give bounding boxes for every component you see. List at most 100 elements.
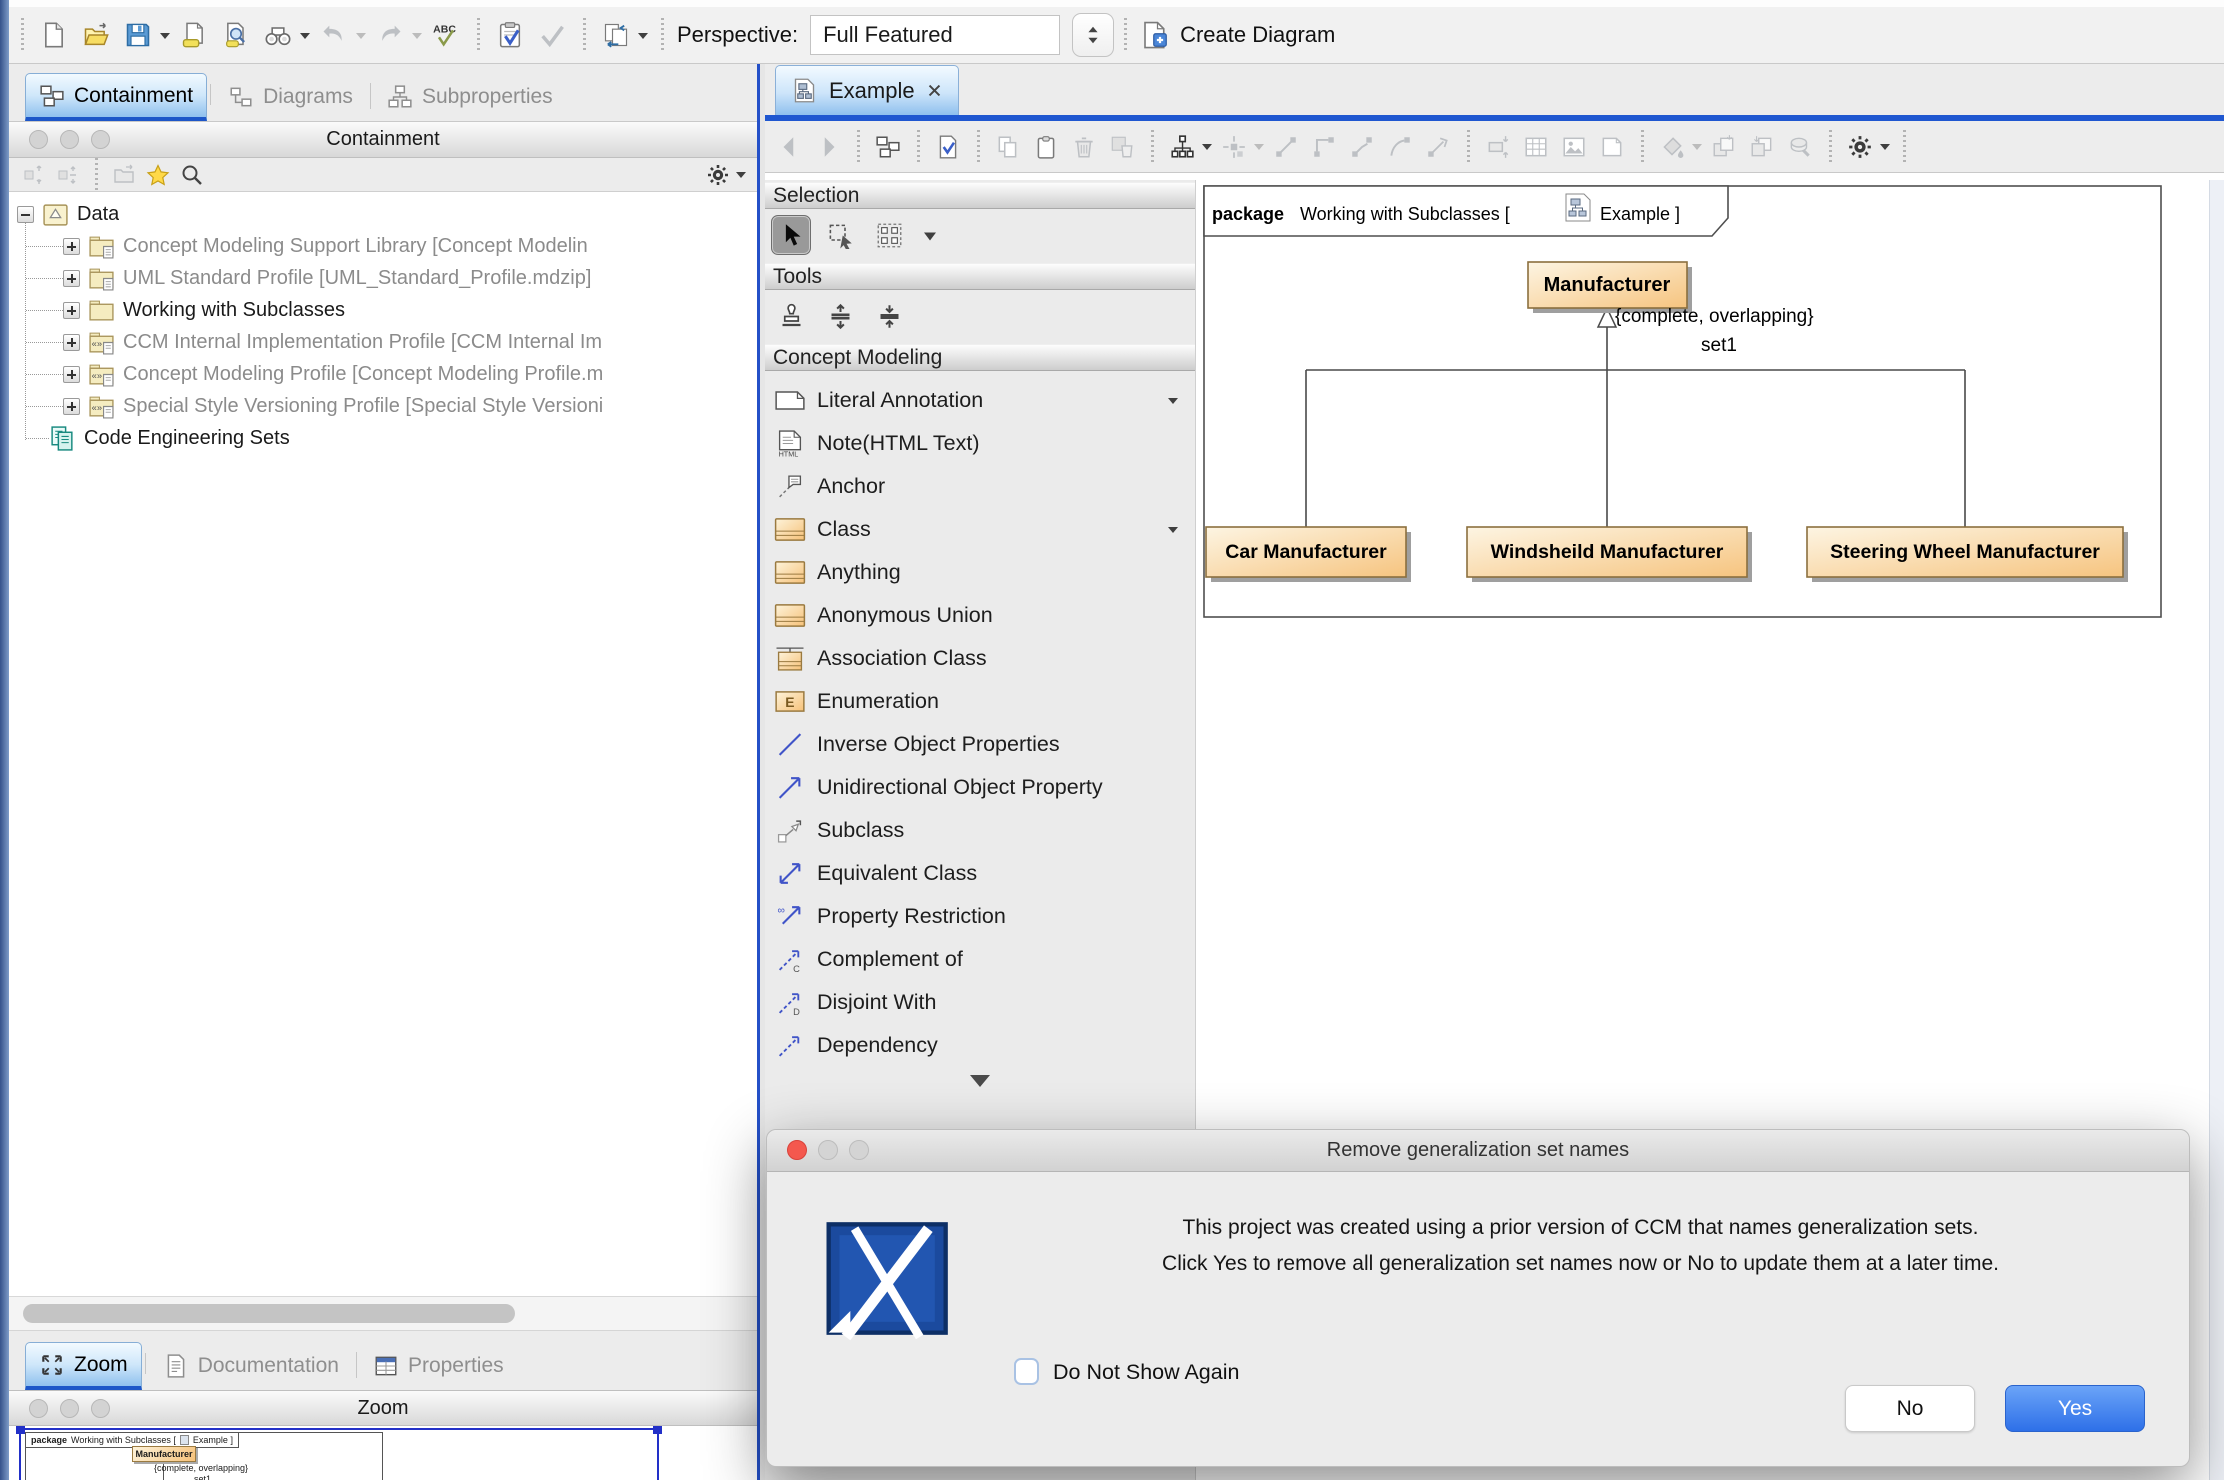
panel-tab[interactable]: Subproperties (374, 73, 566, 121)
toolbar-button[interactable] (1781, 127, 1819, 167)
toolbar-button[interactable] (989, 127, 1027, 167)
palette-item[interactable]: E Enumeration (765, 680, 1195, 723)
panel-tab[interactable]: Containment (25, 73, 207, 121)
canvas-scrollbar[interactable] (2209, 180, 2224, 1480)
toolbar-grip[interactable] (93, 158, 99, 192)
toolbar-button[interactable] (595, 14, 637, 56)
toolbar-button[interactable] (1305, 127, 1343, 167)
caret-down-icon[interactable] (1254, 144, 1264, 155)
toolbar-button[interactable] (1381, 127, 1419, 167)
toolbar-button[interactable] (1555, 127, 1593, 167)
palette-expand-button[interactable] (765, 1067, 1195, 1101)
toolbar-grip[interactable] (975, 130, 981, 164)
panel-splitter[interactable] (757, 64, 765, 1480)
perspective-stepper[interactable] (1072, 13, 1114, 57)
palette-item[interactable]: Class (765, 508, 1195, 551)
toolbar-grip[interactable] (1901, 130, 1907, 164)
toolbar-grip[interactable] (475, 18, 481, 52)
toolbar-button[interactable] (1215, 127, 1253, 167)
toolbar-button[interactable] (33, 14, 75, 56)
tree-expander-icon[interactable] (63, 270, 80, 287)
toolbar-grip[interactable] (1827, 130, 1833, 164)
toolbar-button[interactable]: ABC (425, 14, 467, 56)
panel-tab[interactable]: Zoom (25, 1342, 142, 1390)
tree-expander-icon[interactable] (63, 334, 80, 351)
panel-window-buttons[interactable] (29, 1399, 122, 1418)
palette-item[interactable]: Association Class (765, 637, 1195, 680)
panel-tab[interactable]: Documentation (150, 1342, 352, 1390)
toolbar-button[interactable] (215, 14, 257, 56)
toolbar-button[interactable] (313, 14, 355, 56)
tree-expander-icon[interactable] (63, 398, 80, 415)
toolbar-button[interactable] (1705, 127, 1743, 167)
toolbar-grip[interactable] (19, 18, 25, 52)
toolbar-button[interactable] (1065, 127, 1103, 167)
selection-tool-button[interactable] (820, 215, 860, 255)
palette-item[interactable]: HTML Note(HTML Text) (765, 422, 1195, 465)
tree-expander-icon[interactable] (63, 302, 80, 319)
do-not-show-again-checkbox[interactable] (1014, 1358, 1039, 1385)
toolbar-button[interactable] (1517, 127, 1555, 167)
palette-item[interactable]: Dependency (765, 1024, 1195, 1067)
caret-down-icon[interactable] (736, 172, 746, 183)
panel-tab[interactable]: Diagrams (215, 73, 366, 121)
caret-down-icon[interactable] (356, 33, 366, 44)
caret-down-icon[interactable] (1692, 144, 1702, 155)
caret-down-icon[interactable] (412, 33, 422, 44)
toolbar-button[interactable] (1653, 127, 1691, 167)
toolbar-button[interactable] (51, 160, 85, 190)
scrollbar-thumb[interactable] (23, 1304, 515, 1323)
toolbar-button[interactable] (869, 127, 907, 167)
panel-window-buttons[interactable] (29, 130, 122, 149)
tree-expander-icon[interactable] (63, 366, 80, 383)
toolbar-button[interactable] (257, 14, 299, 56)
no-button[interactable]: No (1845, 1385, 1975, 1432)
palette-item[interactable]: ∞ Property Restriction (765, 895, 1195, 938)
selection-tool-button[interactable] (869, 215, 909, 255)
tree-item[interactable]: UML Standard Profile [UML_Standard_Profi… (9, 262, 757, 294)
caret-down-icon[interactable] (160, 33, 170, 44)
palette-item[interactable]: Equivalent Class (765, 852, 1195, 895)
toolbar-button[interactable] (117, 14, 159, 56)
toolbar-button[interactable] (1419, 127, 1457, 167)
zoom-viewport-rect[interactable] (19, 1428, 659, 1480)
toolbar-grip[interactable] (915, 130, 921, 164)
toolbar-button[interactable] (141, 160, 175, 190)
tool-button[interactable] (869, 296, 909, 336)
toolbar-button[interactable] (1479, 127, 1517, 167)
tree-item[interactable]: «» Special Style Versioning Profile [Spe… (9, 390, 757, 422)
caret-down-icon[interactable] (300, 33, 310, 44)
dialog-window-buttons[interactable] (787, 1140, 880, 1160)
toolbar-grip[interactable] (659, 18, 665, 52)
toolbar-button[interactable] (369, 14, 411, 56)
toolbar-button[interactable] (771, 127, 809, 167)
toolbar-button[interactable] (809, 127, 847, 167)
tab-example[interactable]: Example (775, 65, 959, 115)
toolbar-button[interactable] (701, 160, 735, 190)
toolbar-button[interactable] (75, 14, 117, 56)
tree-item[interactable]: «» Concept Modeling Profile [Concept Mod… (9, 358, 757, 390)
toolbar-button[interactable] (1343, 127, 1381, 167)
tool-button[interactable] (820, 296, 860, 336)
toolbar-grip[interactable] (855, 130, 861, 164)
palette-item[interactable]: Anonymous Union (765, 594, 1195, 637)
tree-expander-icon[interactable] (17, 206, 34, 223)
palette-item[interactable]: C Complement of (765, 938, 1195, 981)
toolbar-button[interactable] (489, 14, 531, 56)
toolbar-button[interactable] (1593, 127, 1631, 167)
toolbar-button[interactable] (17, 160, 51, 190)
selection-tool-button[interactable] (771, 215, 811, 255)
tree-horizontal-scrollbar[interactable] (9, 1296, 757, 1330)
caret-down-icon[interactable] (1202, 144, 1212, 155)
yes-button[interactable]: Yes (2005, 1385, 2145, 1432)
create-diagram-button[interactable]: Create Diagram (1140, 20, 1335, 50)
toolbar-grip[interactable] (581, 18, 587, 52)
toolbar-button[interactable] (1027, 127, 1065, 167)
palette-section-concept-modeling[interactable]: Concept Modeling (765, 344, 1195, 371)
caret-down-icon[interactable] (1168, 398, 1178, 409)
zoom-overview[interactable]: package Working with Subclasses [ Exampl… (9, 1426, 757, 1480)
palette-item[interactable]: Anchor (765, 465, 1195, 508)
caret-down-icon[interactable] (1168, 527, 1178, 538)
toolbar-button[interactable] (1743, 127, 1781, 167)
caret-down-icon[interactable] (1880, 144, 1890, 155)
